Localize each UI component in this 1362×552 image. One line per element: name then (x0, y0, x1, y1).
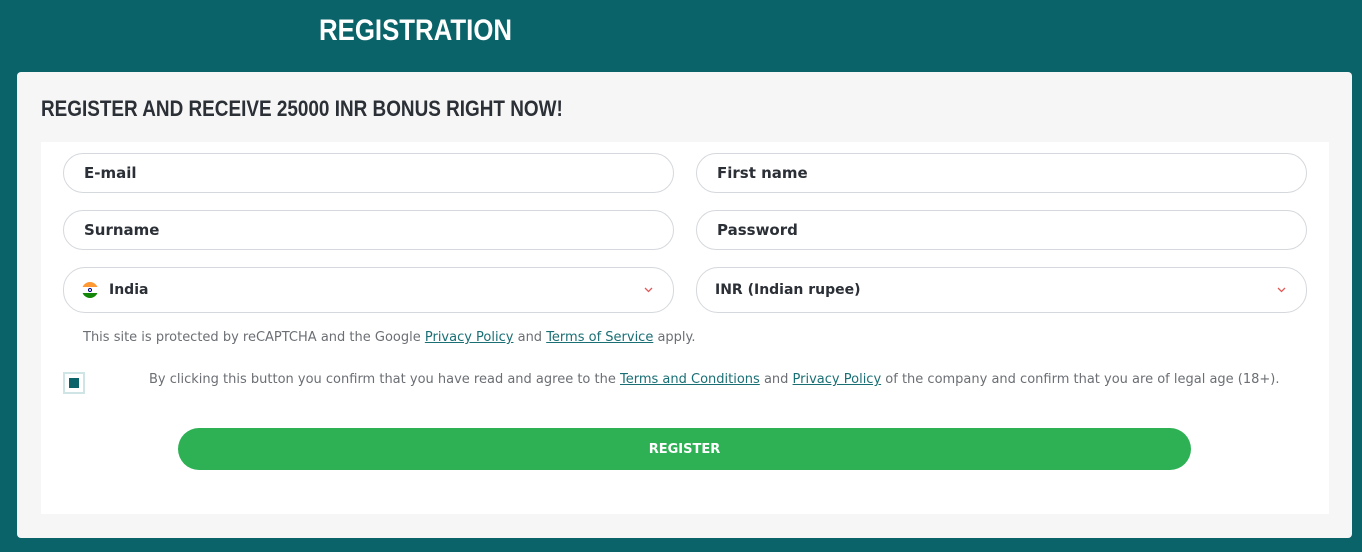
register-button[interactable]: REGISTER (178, 428, 1191, 470)
india-flag-icon (82, 282, 98, 298)
agreement-and: and (759, 372, 793, 387)
promo-heading: REGISTER AND RECEIVE 25000 INR BONUS RIG… (41, 96, 563, 121)
email-field[interactable] (64, 154, 673, 192)
country-select[interactable]: India (63, 267, 674, 313)
recaptcha-suffix: apply. (653, 330, 696, 345)
privacy-policy-link[interactable]: Privacy Policy (793, 372, 882, 387)
password-field-wrapper (696, 210, 1307, 250)
currency-select-value: INR (Indian rupee) (715, 282, 861, 298)
checkbox-checked-icon (69, 378, 79, 388)
password-field[interactable] (697, 211, 1306, 249)
terms-and-conditions-link[interactable]: Terms and Conditions (620, 372, 760, 387)
page-title: REGISTRATION (319, 14, 513, 47)
chevron-down-icon (643, 285, 653, 295)
email-field-wrapper (63, 153, 674, 193)
first-name-field-wrapper (696, 153, 1307, 193)
chevron-down-icon (1276, 285, 1286, 295)
recaptcha-privacy-link[interactable]: Privacy Policy (425, 330, 514, 345)
registration-form: India INR (Indian rupee) This site is pr… (41, 142, 1329, 514)
recaptcha-notice: This site is protected by reCAPTCHA and … (83, 330, 696, 345)
agreement-prefix: By clicking this button you confirm that… (149, 372, 620, 387)
recaptcha-prefix: This site is protected by reCAPTCHA and … (83, 330, 425, 345)
recaptcha-terms-link[interactable]: Terms of Service (546, 330, 653, 345)
surname-field[interactable] (64, 211, 673, 249)
recaptcha-and: and (513, 330, 547, 345)
agreement-suffix: of the company and confirm that you are … (881, 372, 1280, 387)
country-select-value: India (109, 282, 149, 298)
agreement-text: By clicking this button you confirm that… (149, 372, 1280, 387)
agreement-checkbox[interactable] (63, 372, 85, 394)
registration-panel: REGISTER AND RECEIVE 25000 INR BONUS RIG… (17, 72, 1352, 538)
first-name-field[interactable] (697, 154, 1306, 192)
currency-select[interactable]: INR (Indian rupee) (696, 267, 1307, 313)
surname-field-wrapper (63, 210, 674, 250)
